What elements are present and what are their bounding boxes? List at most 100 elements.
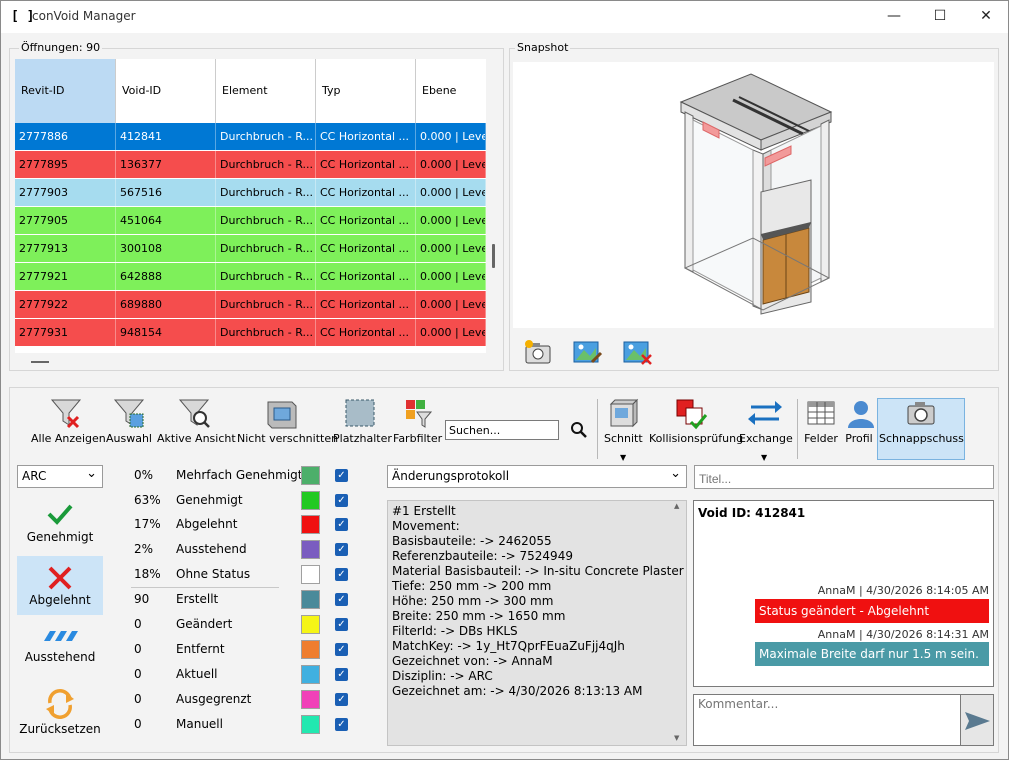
- close-button[interactable]: ✕: [963, 1, 1009, 33]
- color-swatch[interactable]: [301, 565, 320, 584]
- tool-placeholder-button[interactable]: Platzhalter: [333, 396, 392, 445]
- visibility-checkbox[interactable]: ✓: [335, 643, 348, 656]
- toolbar-separator: [597, 399, 598, 459]
- visibility-checkbox[interactable]: ✓: [335, 543, 348, 556]
- maximize-button[interactable]: ☐: [917, 1, 963, 33]
- log-line: Referenzbauteile: -> 7524949: [392, 549, 573, 563]
- table-row[interactable]: 2777905 451064 Durchbruch - R... CC Horizon…: [15, 207, 486, 235]
- title-bar[interactable]: [ ] conVoid Manager — ☐ ✕: [1, 1, 1008, 33]
- tool-snapshot-button[interactable]: Schnappschuss: [879, 396, 964, 445]
- visibility-checkbox[interactable]: ✓: [335, 469, 348, 482]
- camera-icon: [907, 402, 935, 425]
- minimize-button[interactable]: —: [871, 1, 917, 33]
- log-type-select[interactable]: Änderungsprotokoll ⌄: [387, 465, 687, 488]
- tool-exchange-label: Exchange: [739, 432, 793, 445]
- visibility-checkbox[interactable]: ✓: [335, 668, 348, 681]
- color-swatch[interactable]: [301, 515, 320, 534]
- color-swatch[interactable]: [301, 665, 320, 684]
- search-input[interactable]: [445, 420, 559, 440]
- approve-button[interactable]: Genehmigt: [17, 497, 103, 551]
- status-value: 0%: [134, 468, 154, 482]
- color-swatch[interactable]: [301, 590, 320, 609]
- color-swatch[interactable]: [301, 491, 320, 510]
- chevron-down-icon: ⌄: [86, 466, 97, 481]
- section-dropdown-arrow[interactable]: ▼: [620, 453, 626, 462]
- app-window: [ ] conVoid Manager — ☐ ✕ Öffnungen: 90 …: [0, 0, 1009, 760]
- color-swatch[interactable]: [301, 540, 320, 559]
- cell-typ: CC Horizontal ...: [316, 207, 416, 234]
- capture-snapshot-icon[interactable]: [523, 338, 553, 366]
- color-swatch[interactable]: [301, 466, 320, 485]
- visibility-checkbox[interactable]: ✓: [335, 718, 348, 731]
- tool-active-view-button[interactable]: Aktive Ansicht: [157, 396, 236, 445]
- tool-selection-button[interactable]: Auswahl: [105, 396, 153, 445]
- color-swatch[interactable]: [301, 715, 320, 734]
- title-input[interactable]: [694, 465, 994, 489]
- table-row[interactable]: 2777921 642888 Durchbruch - R... CC Horizon…: [15, 263, 486, 291]
- color-swatch[interactable]: [301, 690, 320, 709]
- grid-vertical-scrollbar[interactable]: [492, 244, 495, 268]
- cell-typ: CC Horizontal ...: [316, 263, 416, 290]
- column-header-void-id[interactable]: Void-ID: [116, 59, 216, 123]
- visibility-checkbox[interactable]: ✓: [335, 568, 348, 581]
- tool-fields-button[interactable]: Felder: [803, 396, 839, 445]
- color-swatch[interactable]: [301, 615, 320, 634]
- visibility-checkbox[interactable]: ✓: [335, 593, 348, 606]
- tool-profile-button[interactable]: Profil: [843, 396, 875, 445]
- log-line: FilterId: -> DBs HKLS: [392, 624, 518, 638]
- reject-button[interactable]: Abgelehnt: [17, 556, 103, 615]
- send-button[interactable]: [961, 694, 994, 746]
- cross-icon: [48, 566, 72, 590]
- reset-button[interactable]: Zurücksetzen: [17, 689, 103, 741]
- visibility-checkbox[interactable]: ✓: [335, 518, 348, 531]
- comment-input[interactable]: [693, 694, 961, 746]
- app-logo-icon: [ ]: [11, 9, 35, 24]
- visibility-checkbox[interactable]: ✓: [335, 618, 348, 631]
- change-log-text[interactable]: #1 Erstellt Movement: Basisbauteile: -> 24…: [387, 500, 687, 746]
- tool-color-filter-button[interactable]: Farbfilter: [393, 396, 442, 445]
- grid-horizontal-scrollbar[interactable]: [31, 361, 49, 363]
- table-row[interactable]: 2777913 300108 Durchbruch - R... CC Horizon…: [15, 235, 486, 263]
- tool-show-all-button[interactable]: Alle Anzeigen: [31, 396, 106, 445]
- pending-progress-icon: [44, 631, 78, 641]
- cell-element: Durchbruch - R...: [216, 291, 316, 318]
- table-row[interactable]: 2777886 412841 Durchbruch - R... CC Horizon…: [15, 123, 486, 151]
- table-row[interactable]: 2777931 948154 Durchbruch - R... CC Horizon…: [15, 319, 486, 347]
- cell-element: Durchbruch - R...: [216, 151, 316, 178]
- edit-image-icon[interactable]: [573, 338, 603, 366]
- status-value: 0: [134, 692, 142, 706]
- pending-button[interactable]: Ausstehend: [17, 627, 103, 677]
- tool-exchange-button[interactable]: Exchange: [739, 396, 793, 445]
- table-row[interactable]: 2777895 136377 Durchbruch - R... CC Horizon…: [15, 151, 486, 179]
- table-row[interactable]: 2777922 689880 Durchbruch - R... CC Horizon…: [15, 291, 486, 319]
- tool-profile-label: Profil: [845, 432, 873, 445]
- column-header-typ[interactable]: Typ: [316, 59, 416, 123]
- section-box-icon: [609, 398, 639, 428]
- visibility-checkbox[interactable]: ✓: [335, 693, 348, 706]
- void-id-title: Void ID: 412841: [698, 506, 806, 520]
- column-header-element[interactable]: Element: [216, 59, 316, 123]
- log-scroll-down-arrow[interactable]: ▼: [674, 734, 679, 742]
- log-line: MatchKey: -> 1y_Ht7QprFEuaZuFjj4qJh: [392, 639, 625, 653]
- cell-typ: CC Horizontal ...: [316, 151, 416, 178]
- tool-collision-check-button[interactable]: Kollisionsprüfung: [649, 396, 744, 445]
- status-value: 0: [134, 717, 142, 731]
- message-bubble: Status geändert - Abgelehnt: [755, 599, 989, 623]
- visibility-checkbox[interactable]: ✓: [335, 494, 348, 507]
- tool-fields-label: Felder: [804, 432, 838, 445]
- color-swatch[interactable]: [301, 640, 320, 659]
- search-icon[interactable]: [570, 421, 588, 439]
- tool-section-button[interactable]: Schnitt: [604, 396, 643, 445]
- tool-collision-check-label: Kollisionsprüfung: [649, 432, 744, 445]
- table-row[interactable]: 2777903 567516 Durchbruch - R... CC Horizon…: [15, 179, 486, 207]
- status-row: 0 Entfernt ✓: [131, 640, 351, 660]
- tool-not-cut-button[interactable]: Nicht verschnitten: [237, 396, 338, 445]
- log-scroll-up-arrow[interactable]: ▲: [674, 502, 679, 510]
- delete-image-icon[interactable]: [623, 338, 653, 366]
- column-header-ebene[interactable]: Ebene: [416, 59, 486, 123]
- discipline-select[interactable]: ARC ⌄: [17, 465, 103, 488]
- openings-grid[interactable]: Revit-ID Void-ID Element Typ Ebene 27778…: [15, 59, 486, 353]
- exchange-dropdown-arrow[interactable]: ▼: [761, 453, 767, 462]
- column-header-revit-id[interactable]: Revit-ID: [15, 59, 116, 123]
- reject-label: Abgelehnt: [29, 593, 91, 607]
